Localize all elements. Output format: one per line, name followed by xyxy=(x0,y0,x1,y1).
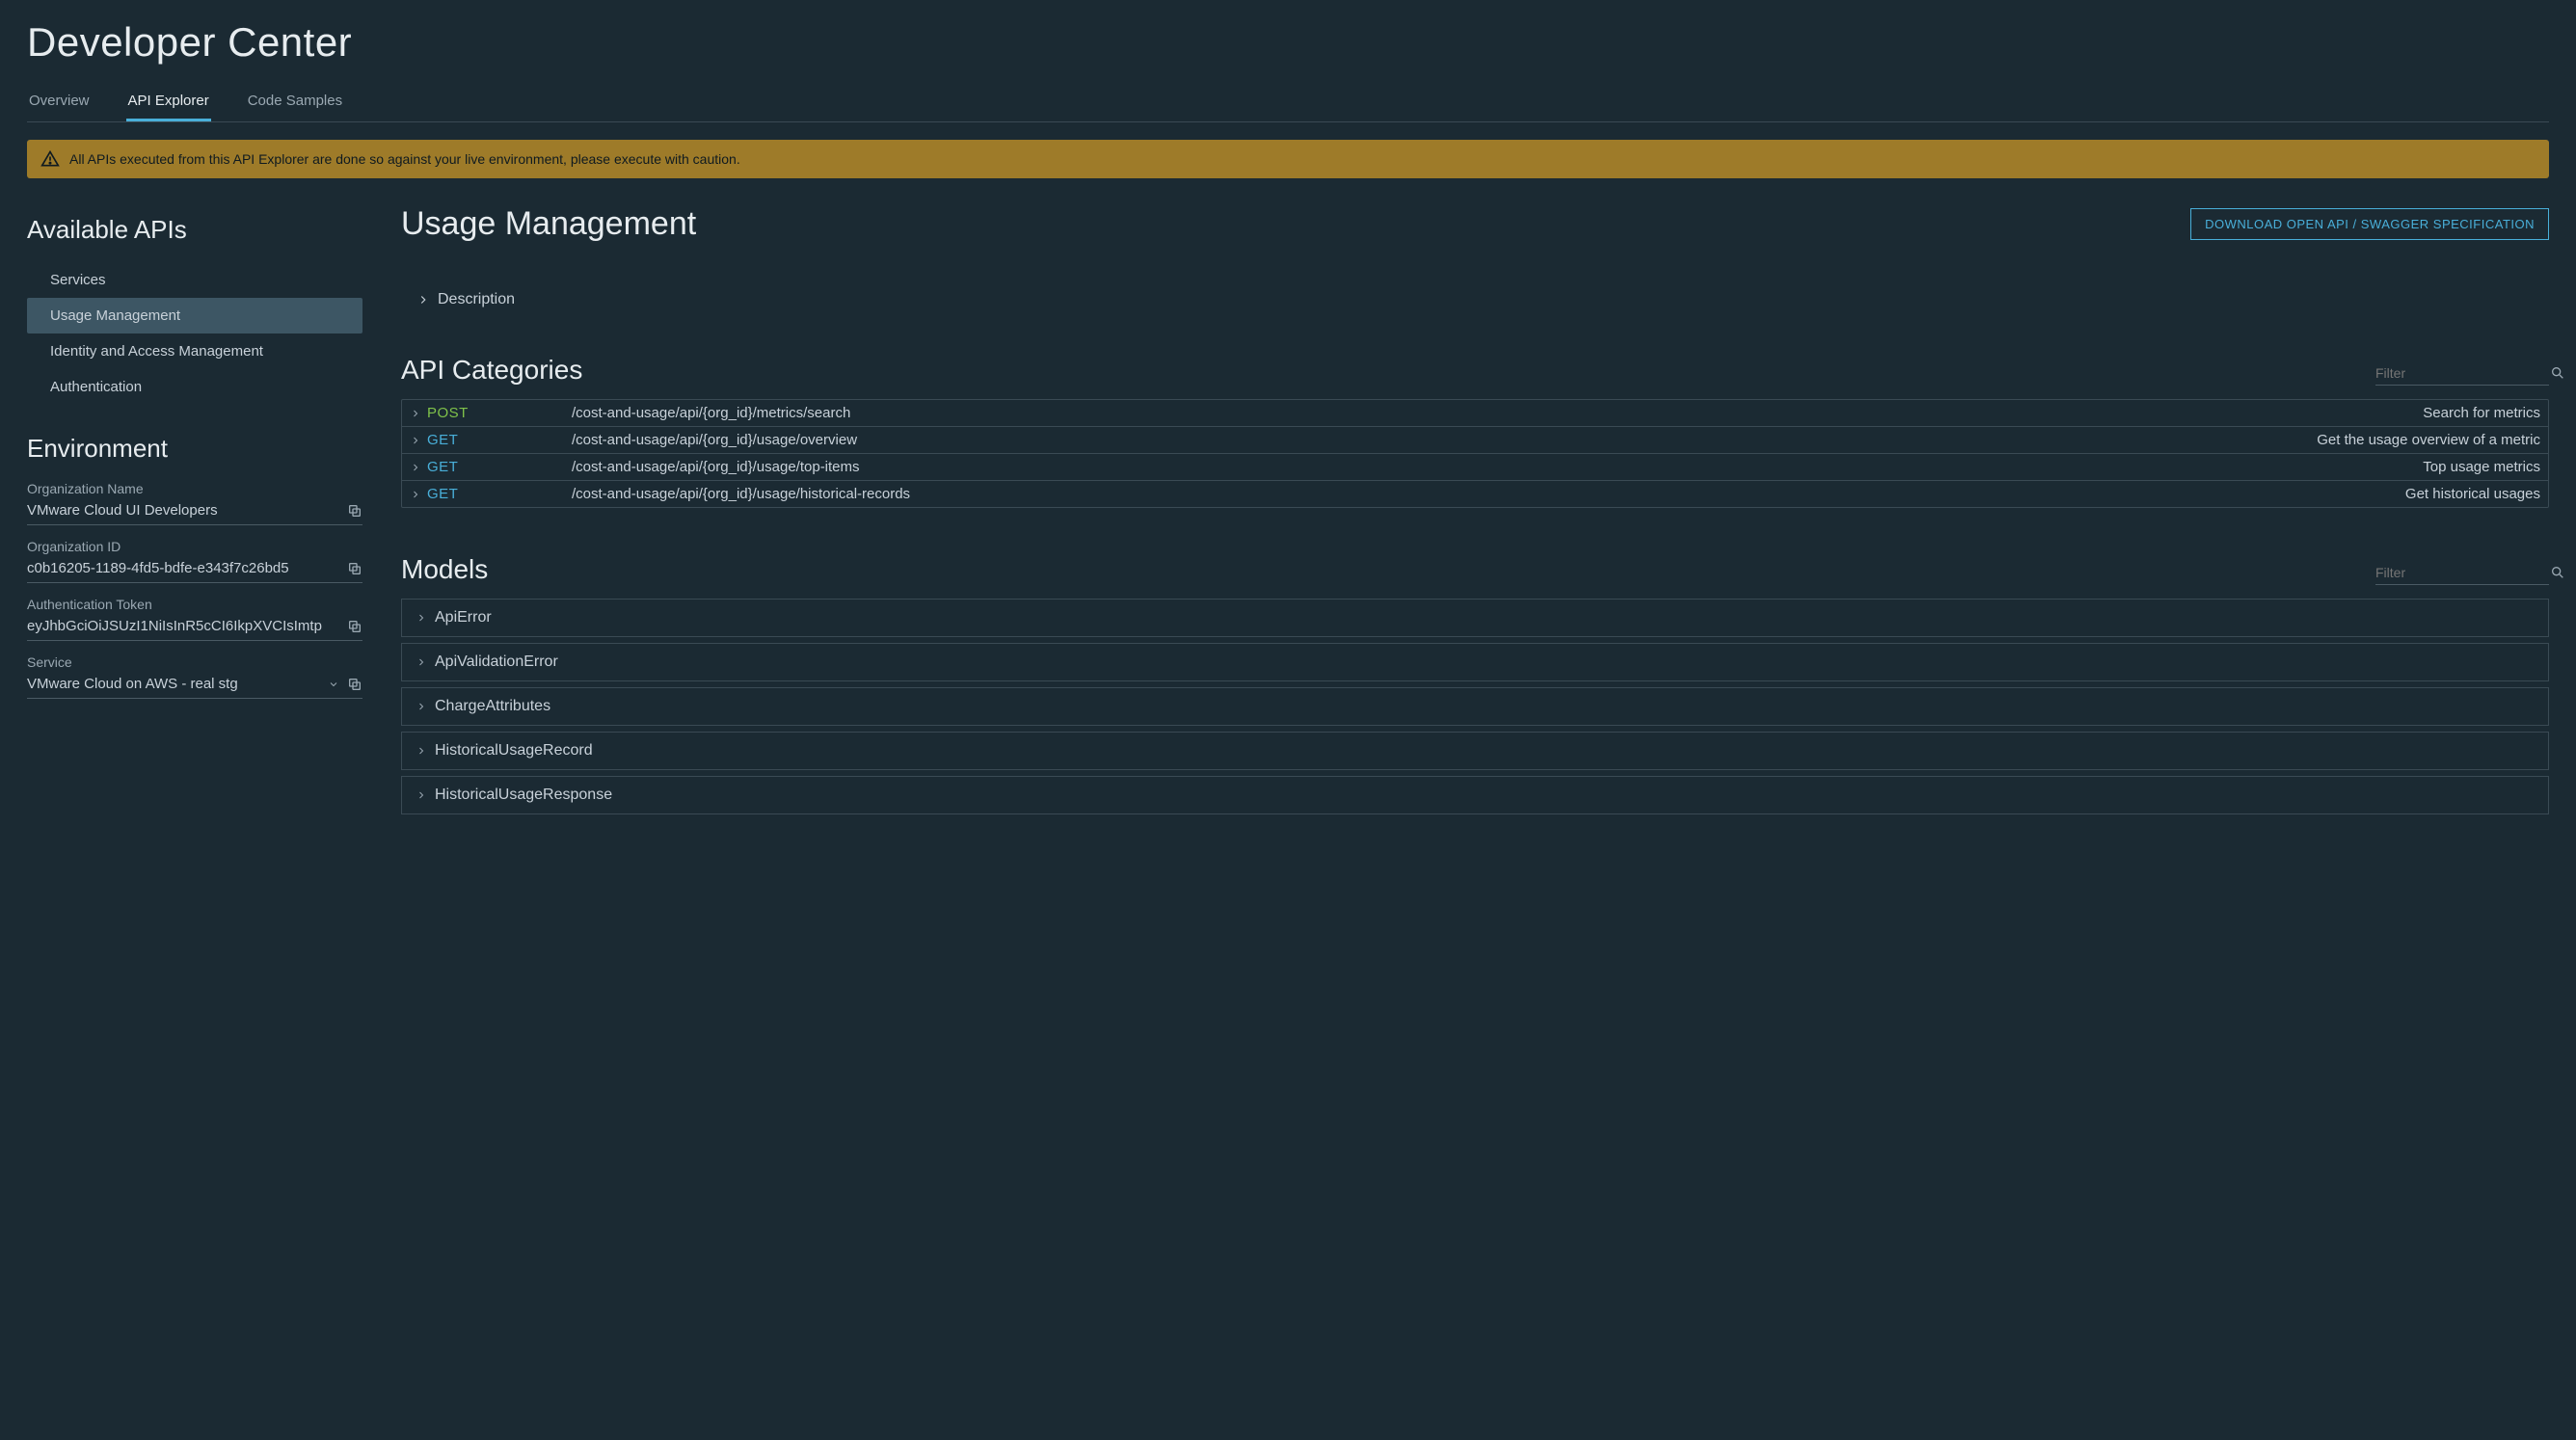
model-row[interactable]: HistoricalUsageRecord xyxy=(401,732,2549,770)
endpoint-method: GET xyxy=(427,486,572,502)
model-name: ChargeAttributes xyxy=(435,698,550,715)
endpoint-row[interactable]: POST/cost-and-usage/api/{org_id}/metrics… xyxy=(402,400,2548,427)
service-label: Service xyxy=(27,654,362,670)
models-heading: Models xyxy=(401,554,488,585)
model-row[interactable]: HistoricalUsageResponse xyxy=(401,776,2549,814)
tab-overview[interactable]: Overview xyxy=(27,83,92,121)
warning-banner: All APIs executed from this API Explorer… xyxy=(27,140,2549,178)
endpoint-path: /cost-and-usage/api/{org_id}/metrics/sea… xyxy=(572,405,2423,421)
endpoint-row[interactable]: GET/cost-and-usage/api/{org_id}/usage/hi… xyxy=(402,481,2548,507)
chevron-right-icon xyxy=(416,745,427,757)
description-label: Description xyxy=(438,291,515,308)
tab-code-samples[interactable]: Code Samples xyxy=(246,83,344,121)
warning-text: All APIs executed from this API Explorer… xyxy=(69,151,740,167)
auth-token-input[interactable] xyxy=(27,618,339,634)
api-title: Usage Management xyxy=(401,205,696,243)
environment-heading: Environment xyxy=(27,434,362,464)
model-name: HistoricalUsageResponse xyxy=(435,787,612,804)
org-name-label: Organization Name xyxy=(27,481,362,496)
chevron-right-icon xyxy=(410,489,427,500)
models-list: ApiError ApiValidationError ChargeAttribut… xyxy=(401,599,2549,814)
chevron-right-icon xyxy=(416,293,430,307)
endpoint-summary: Top usage metrics xyxy=(2423,459,2540,475)
models-filter[interactable] xyxy=(2375,565,2549,585)
copy-icon[interactable] xyxy=(347,561,362,576)
chevron-right-icon xyxy=(410,408,427,419)
service-value: VMware Cloud on AWS - real stg xyxy=(27,676,238,692)
service-select[interactable]: VMware Cloud on AWS - real stg xyxy=(27,676,339,692)
endpoint-summary: Get the usage overview of a metric xyxy=(2317,432,2540,448)
endpoint-summary: Search for metrics xyxy=(2423,405,2540,421)
categories-filter[interactable] xyxy=(2375,365,2549,386)
models-filter-input[interactable] xyxy=(2375,565,2550,580)
copy-icon[interactable] xyxy=(347,619,362,634)
chevron-right-icon xyxy=(416,656,427,668)
chevron-down-icon xyxy=(328,679,339,690)
model-row[interactable]: ApiValidationError xyxy=(401,643,2549,681)
endpoint-summary: Get historical usages xyxy=(2405,486,2540,502)
endpoint-method: POST xyxy=(427,405,572,421)
chevron-right-icon xyxy=(416,701,427,712)
tabs-bar: Overview API Explorer Code Samples xyxy=(27,83,2549,122)
description-toggle[interactable]: Description xyxy=(416,291,2549,308)
download-spec-button[interactable]: DOWNLOAD OPEN API / SWAGGER SPECIFICATIO… xyxy=(2190,208,2549,240)
model-row[interactable]: ChargeAttributes xyxy=(401,687,2549,726)
org-name-input[interactable] xyxy=(27,502,339,519)
search-icon xyxy=(2550,365,2565,381)
auth-token-label: Authentication Token xyxy=(27,597,362,612)
page-title: Developer Center xyxy=(27,19,2549,66)
copy-icon[interactable] xyxy=(347,677,362,692)
endpoint-row[interactable]: GET/cost-and-usage/api/{org_id}/usage/to… xyxy=(402,454,2548,481)
api-categories-heading: API Categories xyxy=(401,355,582,386)
model-name: HistoricalUsageRecord xyxy=(435,742,593,760)
chevron-right-icon xyxy=(410,435,427,446)
endpoint-path: /cost-and-usage/api/{org_id}/usage/histo… xyxy=(572,486,2405,502)
endpoint-path: /cost-and-usage/api/{org_id}/usage/top-i… xyxy=(572,459,2423,475)
endpoint-path: /cost-and-usage/api/{org_id}/usage/overv… xyxy=(572,432,2317,448)
org-id-input[interactable] xyxy=(27,560,339,576)
endpoint-method: GET xyxy=(427,459,572,475)
chevron-right-icon xyxy=(416,789,427,801)
org-id-label: Organization ID xyxy=(27,539,362,554)
endpoints-table: POST/cost-and-usage/api/{org_id}/metrics… xyxy=(401,399,2549,508)
search-icon xyxy=(2550,565,2565,580)
sidebar-item-authentication[interactable]: Authentication xyxy=(27,369,362,405)
model-name: ApiValidationError xyxy=(435,653,558,671)
model-row[interactable]: ApiError xyxy=(401,599,2549,637)
chevron-right-icon xyxy=(416,612,427,624)
sidebar-item-iam[interactable]: Identity and Access Management xyxy=(27,333,362,369)
tab-api-explorer[interactable]: API Explorer xyxy=(126,83,211,121)
warning-icon xyxy=(40,149,60,169)
endpoint-method: GET xyxy=(427,432,572,448)
chevron-right-icon xyxy=(410,462,427,473)
sidebar-item-services[interactable]: Services xyxy=(27,262,362,298)
available-apis-heading: Available APIs xyxy=(27,215,362,245)
copy-icon[interactable] xyxy=(347,503,362,519)
categories-filter-input[interactable] xyxy=(2375,365,2550,381)
api-list: Services Usage Management Identity and A… xyxy=(27,262,362,405)
endpoint-row[interactable]: GET/cost-and-usage/api/{org_id}/usage/ov… xyxy=(402,427,2548,454)
model-name: ApiError xyxy=(435,609,492,627)
sidebar-item-usage-management[interactable]: Usage Management xyxy=(27,298,362,333)
